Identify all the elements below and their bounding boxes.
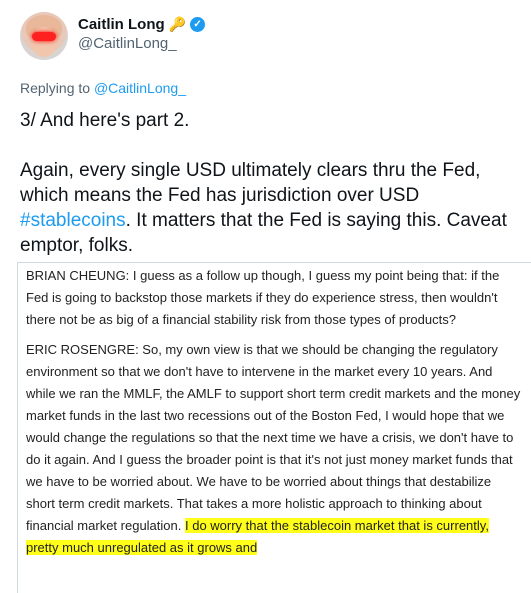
author-display[interactable]: Caitlin Long 🔑 ✓ — [78, 16, 206, 33]
author-handle[interactable]: @CaitlinLong_ — [78, 35, 205, 52]
key-icon: 🔑 — [168, 16, 187, 32]
display-name[interactable]: Caitlin Long — [78, 16, 165, 33]
avatar[interactable] — [20, 12, 68, 60]
tweet-body: Again, every single USD ultimately clear… — [20, 158, 520, 258]
attached-image[interactable]: BRIAN CHEUNG: I guess as a follow up tho… — [17, 262, 531, 593]
reply-mention-link[interactable]: @CaitlinLong_ — [94, 80, 186, 96]
tweet-body-before: Again, every single USD ultimately clear… — [20, 160, 481, 206]
replying-prefix: Replying to — [20, 80, 91, 96]
author-names: Caitlin Long 🔑 ✓ @CaitlinLong_ — [78, 16, 206, 52]
transcript-paragraph-1: BRIAN CHEUNG: I guess as a follow up tho… — [26, 268, 500, 327]
tweet-header: Caitlin Long 🔑 ✓ @CaitlinLong_ — [20, 12, 520, 64]
hashtag-link[interactable]: #stablecoins — [20, 210, 126, 231]
replying-to: Replying to @CaitlinLong_ — [20, 80, 186, 96]
transcript-paragraph-2: ERIC ROSENGRE: So, my own view is that w… — [26, 339, 522, 559]
tweet-line-1: 3/ And here's part 2. — [20, 110, 190, 131]
tweet-text: 3/ And here's part 2. Again, every singl… — [20, 108, 520, 258]
verified-icon: ✓ — [190, 17, 206, 32]
transcript-para2-text: ERIC ROSENGRE: So, my own view is that w… — [26, 342, 521, 533]
laser-eyes — [32, 32, 56, 41]
